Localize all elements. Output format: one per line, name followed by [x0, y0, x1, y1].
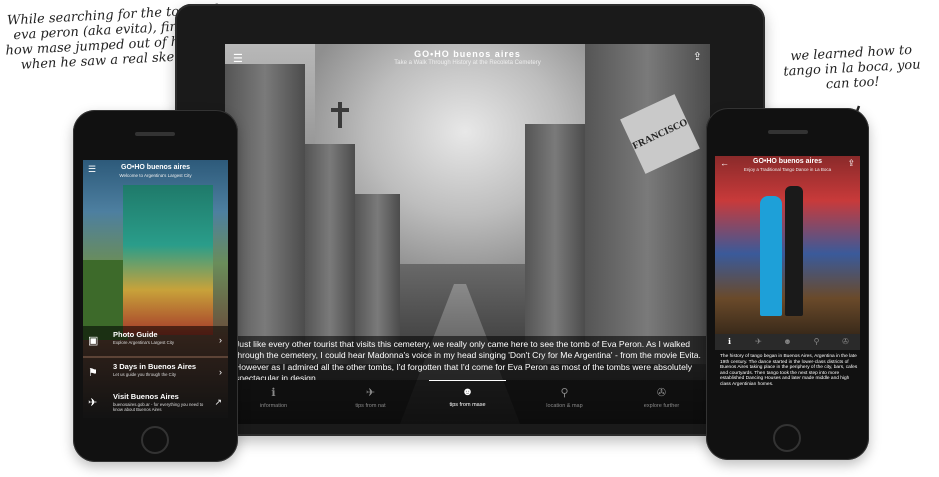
menu-item-visit-buenos-aires[interactable]: ✈ Visit Buenos Aires buenosaires.gob.ar …	[83, 388, 228, 418]
mausoleum-right-2	[525, 124, 585, 364]
nav-tips-from-mase[interactable]: ☻ tips from mase	[419, 380, 516, 424]
phone-left-device: ☰ GO•HO buenos aires Welcome to Argentin…	[73, 110, 238, 462]
menu-item-subtitle: Let us guide you through the City	[113, 372, 177, 377]
right-annotation: we learned how to tango in la boca, you …	[783, 42, 921, 93]
map-pin-icon: ⚲	[813, 337, 820, 346]
nav-label: tips from nat	[355, 403, 386, 409]
nav-information[interactable]: ℹ	[715, 334, 744, 350]
walker-icon: ⚑	[88, 367, 98, 379]
tablet-header: ☰ GO•HO buenos aires Take a Walk Through…	[225, 44, 710, 72]
app-logo: GO•HO buenos aires	[753, 158, 822, 165]
nav-explore-further[interactable]: ✇ explore further	[613, 380, 710, 424]
explore-icon: ✇	[656, 387, 667, 399]
tango-photo	[715, 156, 860, 334]
cross-horizontal	[331, 108, 349, 112]
share-icon[interactable]: ⇪	[847, 158, 855, 169]
page-subtitle: Enjoy a Traditional Tango Dance in La Bo…	[743, 167, 832, 172]
photo-icon: ▣	[88, 335, 99, 347]
mase-icon: ☻	[783, 337, 792, 346]
walk-icon: ✈	[755, 337, 762, 346]
mausoleum-left-2	[305, 144, 355, 364]
speaker-grille	[135, 132, 175, 136]
home-button[interactable]	[141, 426, 169, 454]
home-button[interactable]	[773, 424, 801, 452]
tablet-bottom-nav: ℹ information ✈ tips from nat ☻ tips from m…	[225, 380, 710, 424]
nav-location[interactable]: ⚲	[802, 334, 831, 350]
menu-item-title: 3 Days in Buenos Aires	[113, 362, 197, 371]
share-icon[interactable]: ⇪	[693, 50, 702, 63]
cross-vertical	[338, 102, 342, 128]
menu-item-photo-guide[interactable]: ▣ Photo Guide Explore Argentina's Larges…	[83, 326, 228, 356]
nav-location-map[interactable]: ⚲ location & map	[516, 380, 613, 424]
nav-label: explore further	[643, 403, 680, 409]
caminito-building	[123, 185, 213, 335]
explore-icon: ✇	[842, 337, 849, 346]
tablet-screen: FRANCISCO ☰ GO•HO buenos aires Take a Wa…	[225, 44, 710, 424]
app-logo: GO•HO buenos aires	[414, 49, 521, 59]
menu-item-subtitle: buenosaires.gob.ar - for everything you …	[113, 402, 204, 412]
nav-mase[interactable]: ☻	[773, 334, 802, 350]
menu-item-title: Photo Guide	[113, 330, 158, 339]
dancer-black-suit	[785, 186, 803, 316]
dancer-blue-dress	[760, 196, 782, 316]
page-subtitle: Welcome to Argentina's Largest City	[119, 173, 192, 178]
info-icon: ℹ	[271, 387, 276, 399]
external-link-icon: ↗	[214, 397, 222, 407]
speaker-grille	[768, 130, 808, 134]
nav-explore[interactable]: ✇	[831, 334, 860, 350]
menu-item-title: Visit Buenos Aires	[113, 392, 179, 401]
nav-walk[interactable]: ✈	[744, 334, 773, 350]
menu-item-subtitle: Explore Argentina's Largest City	[113, 340, 175, 345]
tango-history-text: The history of tango began in Buenos Air…	[720, 354, 858, 387]
mase-icon: ☻	[461, 386, 474, 398]
tips-icon: ✈	[365, 387, 376, 399]
phone-right-nav: ℹ ✈ ☻ ⚲ ✇	[715, 334, 860, 350]
tablet-device: FRANCISCO ☰ GO•HO buenos aires Take a Wa…	[175, 4, 765, 436]
map-pin-icon: ⚲	[560, 387, 569, 399]
plane-icon: ✈	[88, 397, 98, 409]
nav-label: location & map	[546, 403, 583, 409]
mausoleum-right	[585, 44, 710, 364]
nav-information[interactable]: ℹ information	[225, 380, 322, 424]
chevron-right-icon: ›	[219, 367, 222, 377]
app-logo: GO•HO buenos aires	[121, 164, 190, 171]
nav-label: information	[259, 403, 288, 409]
story-text: Just like every other tourist that visit…	[225, 336, 710, 380]
nav-label: tips from mase	[449, 402, 486, 408]
phone-right-screen: ← GO•HO buenos aires Enjoy a Traditional…	[715, 156, 860, 414]
phone-left-screen: ☰ GO•HO buenos aires Welcome to Argentin…	[83, 160, 228, 418]
stage: While searching for the tomb of eva pero…	[0, 0, 939, 477]
chevron-right-icon: ›	[219, 335, 222, 345]
phone-right-device: ← GO•HO buenos aires Enjoy a Traditional…	[706, 108, 869, 460]
menu-item-3-days[interactable]: ⚑ 3 Days in Buenos Aires Let us guide yo…	[83, 358, 228, 388]
info-icon: ℹ	[727, 337, 732, 346]
nav-tips-from-nat[interactable]: ✈ tips from nat	[322, 380, 419, 424]
page-subtitle: Take a Walk Through History at the Recol…	[394, 60, 541, 66]
